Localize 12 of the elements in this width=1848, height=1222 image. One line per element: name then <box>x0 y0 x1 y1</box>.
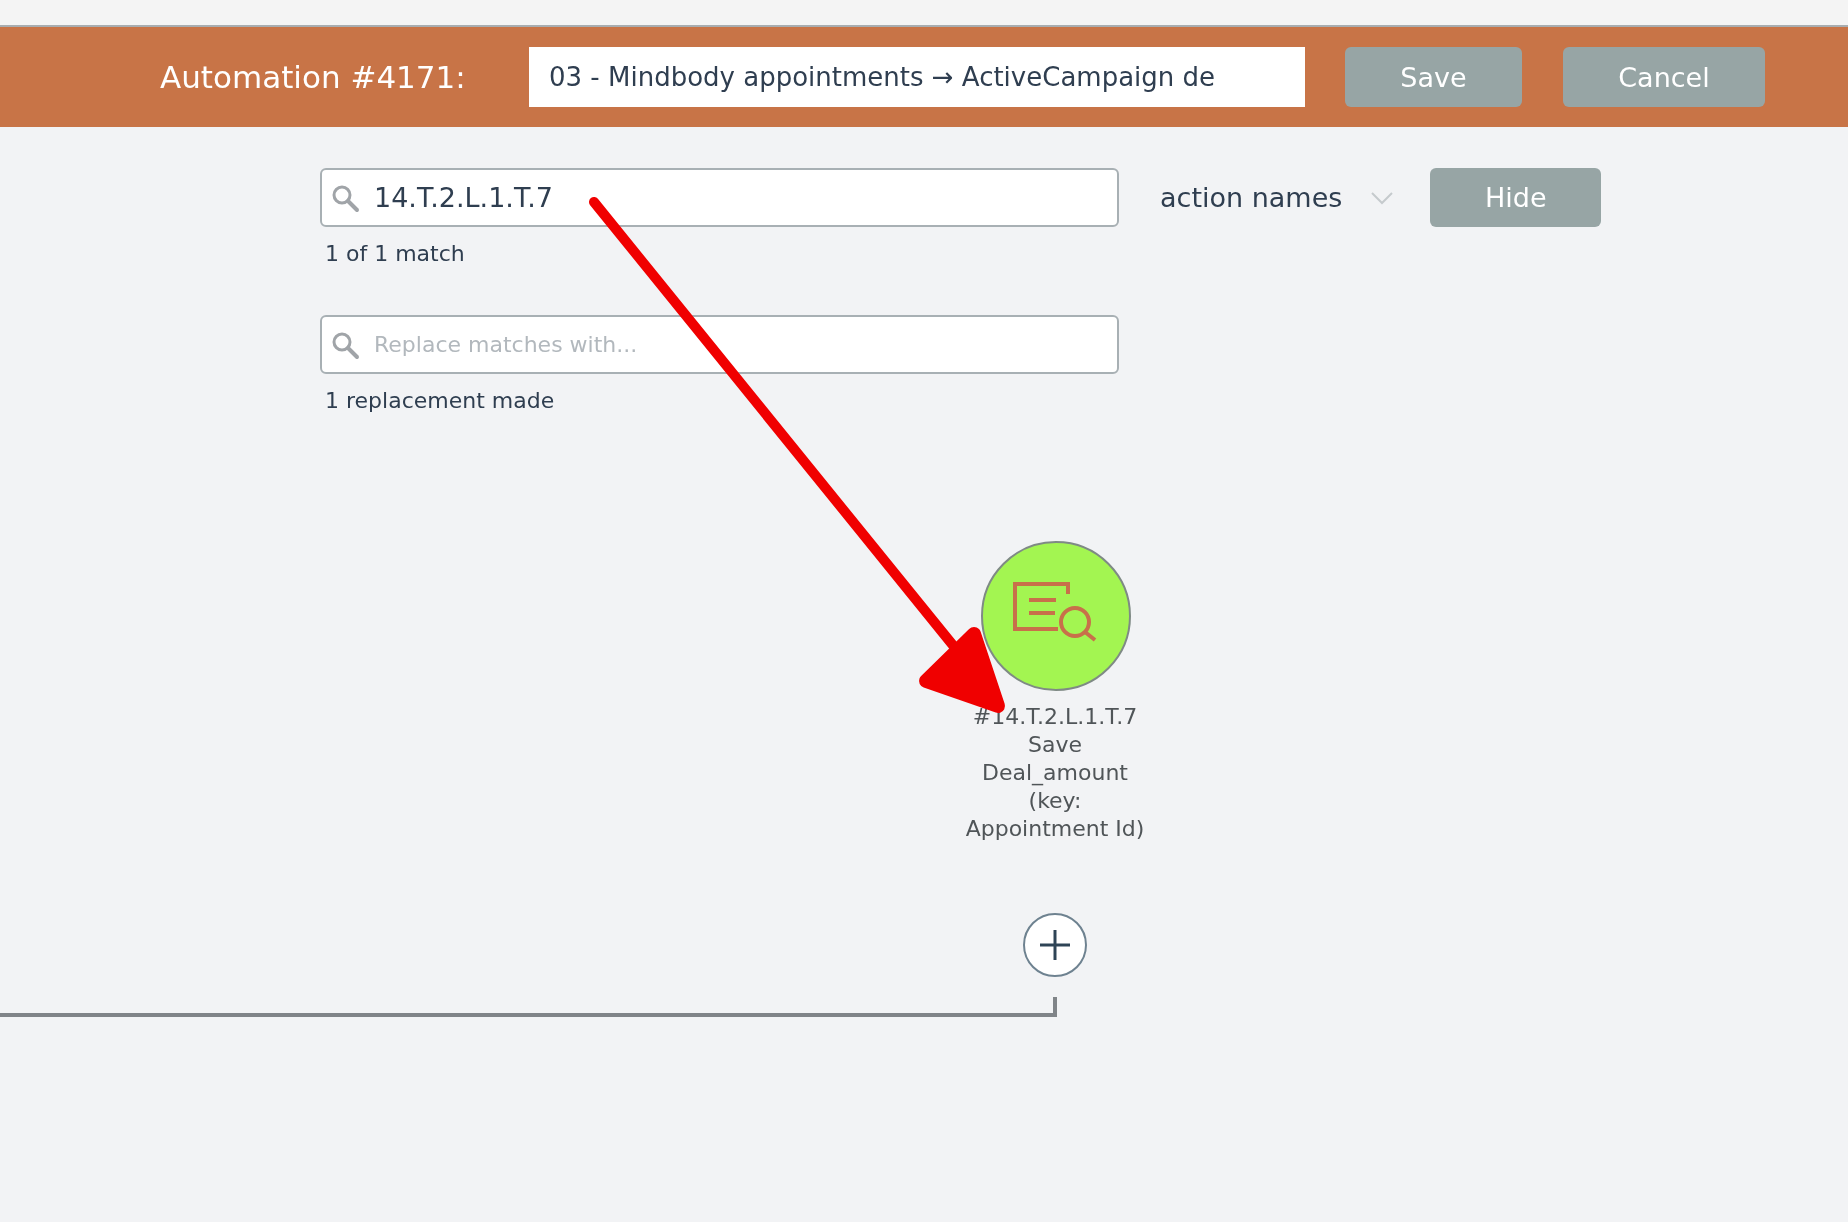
replacement-status: 1 replacement made <box>325 388 556 414</box>
search-icon <box>330 183 360 213</box>
match-count: 1 of 1 match <box>325 241 466 267</box>
add-action-button[interactable] <box>1023 913 1087 977</box>
node-label: #14.T.2.L.1.T.7 Save Deal_amount (key: Appointment Id) <box>964 703 1146 843</box>
replace-field[interactable]: Replace matches with... <box>320 315 1119 374</box>
plus-icon <box>1038 928 1072 962</box>
search-field[interactable]: 14.T.2.L.1.T.7 <box>320 168 1119 227</box>
search-icon <box>330 330 360 360</box>
automation-title: Automation #4171: <box>160 59 467 95</box>
scope-dropdown[interactable]: action names <box>1160 182 1343 213</box>
name-field[interactable]: 03 - Mindbody appointments → ActiveCampaign de <box>529 47 1305 107</box>
